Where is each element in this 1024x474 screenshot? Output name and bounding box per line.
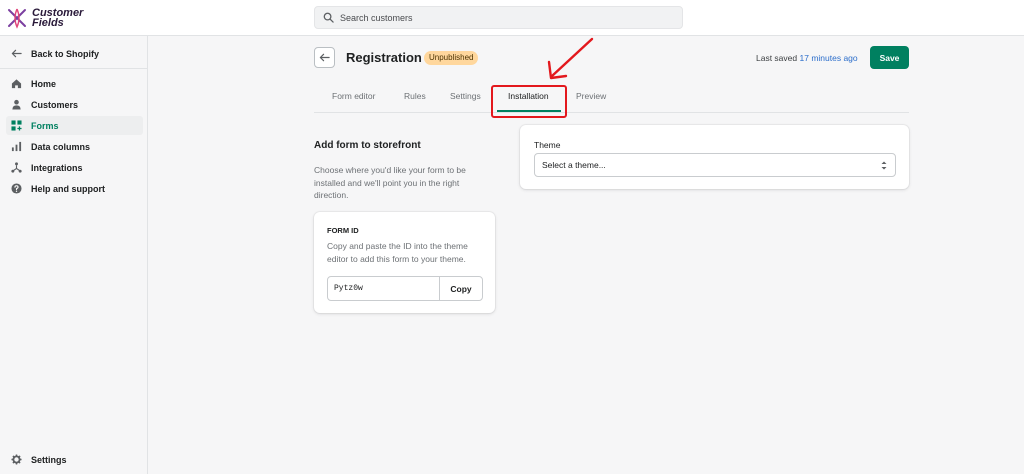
sidebar-item-label: Help and support	[31, 183, 105, 194]
form-id-input[interactable]	[328, 277, 439, 300]
person-icon	[10, 99, 22, 111]
integrations-icon	[10, 162, 22, 174]
sidebar-item-label: Customers	[31, 99, 79, 110]
copy-button[interactable]: Copy	[439, 277, 482, 300]
sidebar-item-data-columns[interactable]: Data columns	[6, 137, 143, 156]
search-input[interactable]	[340, 12, 670, 23]
bar-chart-icon	[10, 141, 22, 153]
theme-select[interactable]: Select a theme...	[534, 153, 896, 177]
help-icon	[10, 183, 22, 195]
sidebar-item-help-and-support[interactable]: Help and support	[6, 179, 143, 198]
logo-text: Customer Fields	[32, 7, 84, 29]
form-id-label: FORM ID	[327, 226, 359, 235]
sidebar-item-home[interactable]: Home	[6, 74, 143, 93]
search-icon	[323, 12, 334, 23]
logo-icon	[8, 8, 26, 29]
arrow-left-icon	[10, 48, 22, 60]
forms-icon	[10, 120, 22, 132]
home-icon	[10, 78, 22, 90]
sidebar: Back to Shopify Home Customers Forms Dat…	[0, 36, 148, 474]
tab-bar: Form editor Rules Settings Installation …	[314, 84, 909, 113]
save-button[interactable]: Save	[870, 46, 909, 69]
sidebar-item-integrations[interactable]: Integrations	[6, 158, 143, 177]
form-id-help-text: Copy and paste the ID into the theme edi…	[327, 241, 468, 264]
theme-label: Theme	[534, 140, 561, 150]
sidebar-item-customers[interactable]: Customers	[6, 95, 143, 114]
form-id-card: FORM ID Copy and paste the ID into the t…	[314, 212, 495, 313]
search-bar[interactable]	[314, 6, 683, 29]
tab-settings[interactable]: Settings	[450, 91, 481, 101]
last-saved-prefix: Last saved	[756, 53, 798, 63]
select-arrows-icon	[881, 161, 887, 170]
top-bar: Customer Fields	[0, 0, 1024, 36]
sidebar-item-settings[interactable]: Settings	[6, 450, 143, 469]
back-to-shopify-link[interactable]: Back to Shopify	[6, 44, 143, 63]
sidebar-item-label: Data columns	[31, 141, 91, 152]
last-saved-text: Last saved 17 minutes ago	[756, 53, 858, 63]
tab-preview[interactable]: Preview	[576, 91, 606, 101]
back-button[interactable]	[314, 47, 335, 68]
annotation-arrow-icon	[547, 37, 594, 80]
sidebar-item-label: Home	[31, 78, 57, 89]
back-label: Back to Shopify	[31, 48, 100, 59]
sidebar-item-label: Forms	[31, 120, 59, 131]
sidebar-item-forms[interactable]: Forms	[6, 116, 143, 135]
sidebar-divider	[0, 68, 148, 69]
status-badge: Unpublished	[424, 51, 479, 65]
page-title: Registration	[346, 50, 422, 65]
tab-form-editor[interactable]: Form editor	[332, 91, 375, 101]
section-title: Add form to storefront	[314, 140, 421, 151]
sidebar-item-label: Integrations	[31, 162, 83, 173]
theme-select-value: Select a theme...	[542, 160, 606, 170]
arrow-left-icon	[319, 53, 330, 62]
gear-icon	[10, 454, 22, 466]
last-saved-time-link[interactable]: 17 minutes ago	[800, 53, 858, 63]
annotation-highlight-box	[491, 85, 567, 118]
app-logo[interactable]: Customer Fields	[6, 6, 106, 30]
theme-card: Theme Select a theme...	[520, 125, 909, 189]
section-description: Choose where you'd like your form to be …	[314, 165, 466, 200]
sidebar-item-label: Settings	[31, 454, 67, 465]
form-id-field: Copy	[327, 276, 483, 301]
tab-rules[interactable]: Rules	[404, 91, 426, 101]
